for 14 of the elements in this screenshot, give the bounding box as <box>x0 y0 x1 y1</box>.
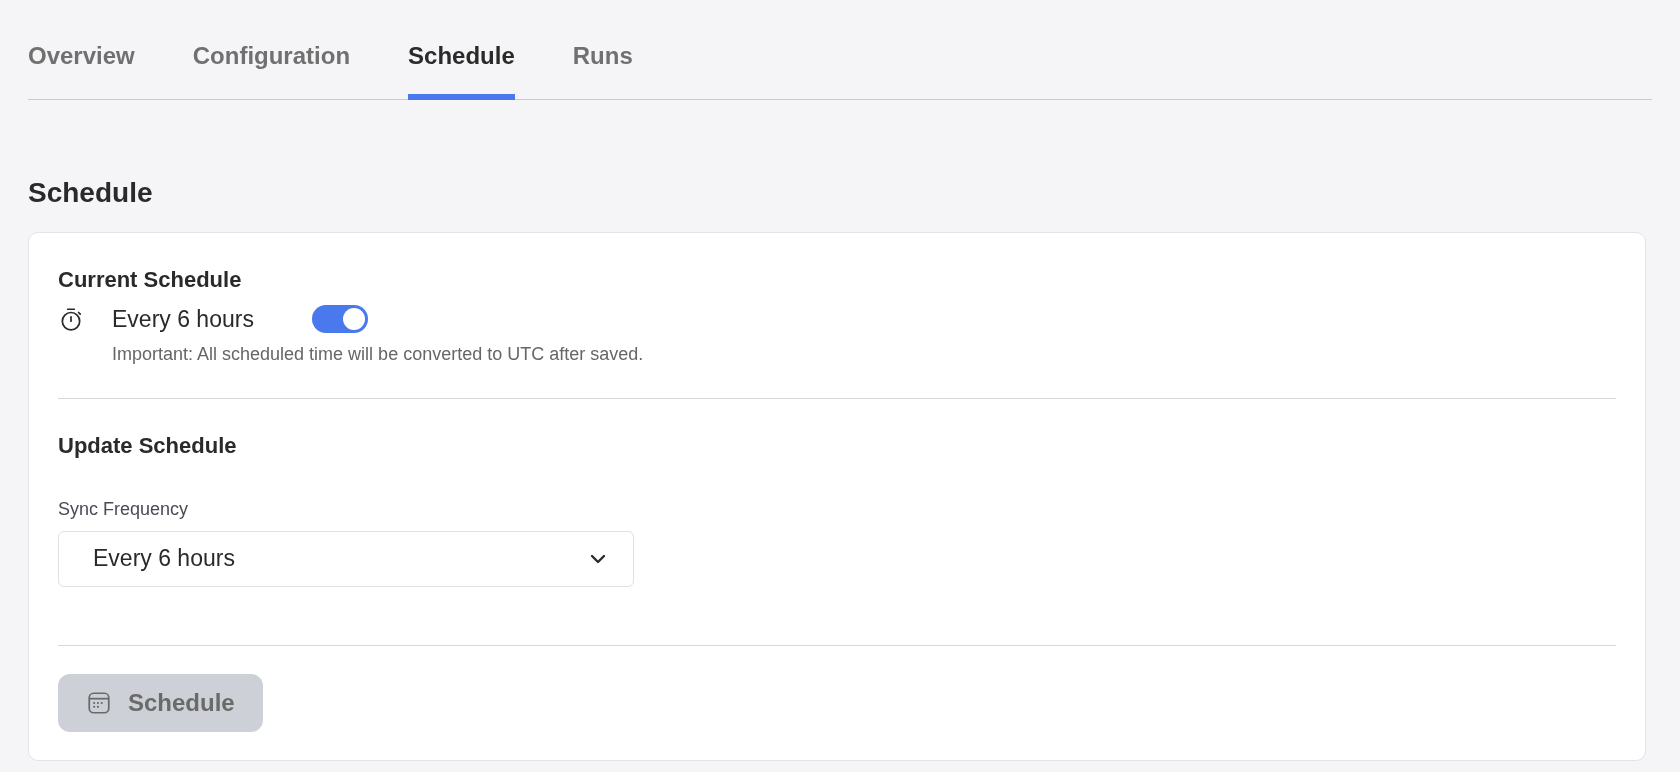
tab[interactable]: Schedule <box>408 38 515 100</box>
chevron-down-icon <box>589 552 607 565</box>
toggle-switch[interactable] <box>311 305 368 334</box>
utc-note: Important: All scheduled time will be converted to UTC after saved. <box>112 342 645 366</box>
tab[interactable]: Configuration <box>192 38 351 100</box>
tab[interactable]: Runs <box>572 38 633 100</box>
section-title: Schedule <box>28 176 154 210</box>
current-schedule-title: Current Schedule <box>58 266 243 294</box>
update-schedule-title: Update Schedule <box>58 431 238 460</box>
tab[interactable]: Overview <box>28 38 135 100</box>
sync-frequency-select[interactable]: Every 6 hours <box>58 530 634 587</box>
field-label: Sync Frequency <box>58 497 190 521</box>
current-schedule-value: Every 6 hours <box>112 305 254 334</box>
calendar-icon <box>86 689 112 716</box>
